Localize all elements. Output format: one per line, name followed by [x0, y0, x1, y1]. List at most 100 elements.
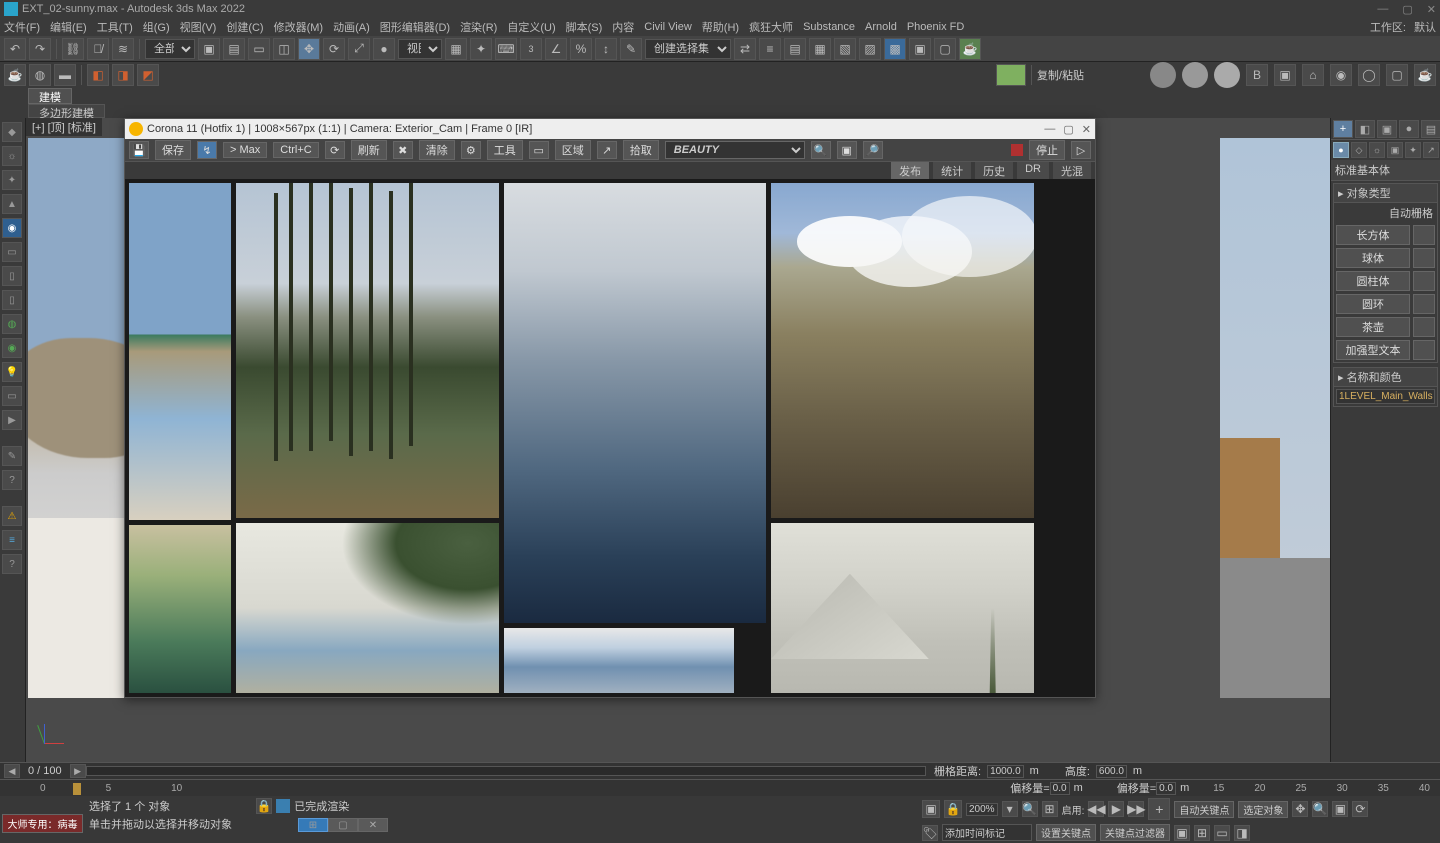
cube2-icon[interactable]: ◨	[112, 64, 134, 86]
sec-name-color[interactable]: ▸ 名称和颜色	[1334, 368, 1437, 387]
btn-sphere2[interactable]	[1413, 248, 1435, 268]
spinner-snap-icon[interactable]: ↕	[595, 38, 617, 60]
render-icon[interactable]: ☕	[959, 38, 981, 60]
btn-box[interactable]: 长方体	[1336, 225, 1410, 245]
corona-tab-dr[interactable]: DR	[1017, 162, 1049, 179]
bind-icon[interactable]: ≋	[112, 38, 134, 60]
btn-teapot2[interactable]	[1413, 317, 1435, 337]
thumb-pool[interactable]	[129, 183, 231, 520]
cmd-sub-lights[interactable]: ☼	[1369, 142, 1385, 158]
cmd-sub-cameras[interactable]: ▣	[1387, 142, 1403, 158]
corona-region-btn[interactable]: 区域	[555, 140, 591, 160]
vr-teapot-icon[interactable]: ☕	[1414, 64, 1436, 86]
sphere-preview2-icon[interactable]	[1182, 62, 1208, 88]
btn-cyl2[interactable]	[1413, 271, 1435, 291]
btn-cyl[interactable]: 圆柱体	[1336, 271, 1410, 291]
menu-animation[interactable]: 动画(A)	[333, 19, 370, 35]
swatch-icon[interactable]	[996, 64, 1026, 86]
select-object-icon[interactable]: ▣	[198, 38, 220, 60]
corona-ctrlc-btn[interactable]: Ctrl+C	[273, 142, 318, 158]
align-icon[interactable]: ≡	[759, 38, 781, 60]
corona-tomax-btn[interactable]: > Max	[223, 142, 267, 158]
lt-page2-icon[interactable]: ▯	[2, 290, 22, 310]
lt-tower-icon[interactable]: ▲	[2, 194, 22, 214]
minimize-icon[interactable]: —	[1377, 3, 1388, 16]
add-key-icon[interactable]: +	[1148, 798, 1170, 820]
angle-snap-icon[interactable]: ∠	[545, 38, 567, 60]
cmd-sub-helpers[interactable]: ✦	[1405, 142, 1421, 158]
prev-key-icon[interactable]: ◀◀	[1088, 801, 1104, 817]
corona-tab-stats[interactable]: 统计	[933, 162, 971, 179]
zoom-menu-icon[interactable]: ▾	[1002, 801, 1018, 817]
corona-tab-publish[interactable]: 发布	[891, 162, 929, 179]
ribbon-sub-poly[interactable]: 多边形建模	[28, 104, 105, 118]
ts-right-icon[interactable]: ▶	[70, 764, 86, 778]
cmd-sub-shapes[interactable]: ◇	[1351, 142, 1367, 158]
btn-box2[interactable]	[1413, 225, 1435, 245]
sel-lock-icon[interactable]: 🔒	[944, 800, 962, 818]
corona-close-icon[interactable]: ✕	[1082, 123, 1091, 136]
find-icon[interactable]: 🔍	[1022, 801, 1038, 817]
lt-page-icon[interactable]: ▯	[2, 266, 22, 286]
menu-arnold[interactable]: Arnold	[865, 21, 897, 33]
menu-create[interactable]: 创建(C)	[226, 19, 263, 35]
mirror-icon[interactable]: ⇄	[734, 38, 756, 60]
nav-zoom-icon[interactable]: 🔍	[1312, 801, 1328, 817]
nav-region-icon[interactable]: ▭	[1214, 825, 1230, 841]
autokey-btn[interactable]: 自动关键点	[1174, 801, 1234, 818]
vr-b-icon[interactable]: B	[1246, 64, 1268, 86]
curve-editor-icon[interactable]: ▧	[834, 38, 856, 60]
menu-edit[interactable]: 编辑(E)	[50, 19, 87, 35]
menu-civil[interactable]: Civil View	[644, 21, 691, 33]
btn-teapot[interactable]: 茶壶	[1336, 317, 1410, 337]
render-setup-icon[interactable]: ▣	[909, 38, 931, 60]
mini-tab-close[interactable]: ✕	[358, 818, 388, 832]
lt-case-icon[interactable]: ▭	[2, 242, 22, 262]
btn-sphere[interactable]: 球体	[1336, 248, 1410, 268]
menu-view[interactable]: 视图(V)	[180, 19, 217, 35]
nav-pan-icon[interactable]: ✥	[1292, 801, 1308, 817]
corona-refresh-btn[interactable]: 刷新	[351, 140, 387, 160]
redo-icon[interactable]: ↷	[29, 38, 51, 60]
named-selection[interactable]: 创建选择集	[645, 39, 731, 59]
selection-filter[interactable]: 全部	[145, 39, 195, 59]
lt-warn-icon[interactable]: ⚠	[2, 506, 22, 526]
menu-custom[interactable]: 自定义(U)	[507, 19, 555, 35]
thumb-canyon[interactable]	[771, 183, 1034, 518]
corona-min-icon[interactable]: —	[1044, 123, 1055, 136]
select-name-icon[interactable]: ▤	[223, 38, 245, 60]
toggle-ribbon-icon[interactable]: ▦	[809, 38, 831, 60]
placement-icon[interactable]: ●	[373, 38, 395, 60]
corona-tools-btn[interactable]: 工具	[487, 140, 523, 160]
corona-refresh-icon[interactable]: ⟳	[325, 141, 345, 159]
corona-clear-btn[interactable]: 清除	[419, 140, 455, 160]
cube3-icon[interactable]: ◩	[137, 64, 159, 86]
unlink-icon[interactable]: ⛓̸	[87, 38, 109, 60]
isolate-icon[interactable]: ▣	[922, 800, 940, 818]
rotate-icon[interactable]: ⟳	[323, 38, 345, 60]
scale-icon[interactable]: ⤢	[348, 38, 370, 60]
offset-x[interactable]: 0.0	[1050, 782, 1070, 795]
ts-left-icon[interactable]: ◀	[4, 764, 20, 778]
menu-modifiers[interactable]: 修改器(M)	[274, 19, 324, 35]
undo-icon[interactable]: ↶	[4, 38, 26, 60]
timeline[interactable]: 0 5 10 偏移量= 0.0 m 偏移量= 0.0 m 15 20 25 30…	[0, 779, 1440, 796]
move-icon[interactable]: ✥	[298, 38, 320, 60]
cmd-tab-motion[interactable]: ●	[1399, 120, 1419, 138]
corona-save-icon[interactable]: 💾	[129, 141, 149, 159]
ref-coord[interactable]: 视图	[398, 39, 442, 59]
cmd-tab-create[interactable]: +	[1333, 120, 1353, 138]
corona-tab-lightmix[interactable]: 光混	[1053, 162, 1091, 179]
workspace-value[interactable]: 默认	[1414, 19, 1436, 35]
link-icon[interactable]: ⛓	[62, 38, 84, 60]
menu-content[interactable]: 内容	[612, 19, 634, 35]
ribbon-tab-modeling[interactable]: 建模	[28, 88, 72, 104]
selobj-btn[interactable]: 选定对象	[1238, 801, 1288, 818]
btn-torus[interactable]: 圆环	[1336, 294, 1410, 314]
btn-torus2[interactable]	[1413, 294, 1435, 314]
offset-y[interactable]: 0.0	[1156, 782, 1176, 795]
vr-square-icon[interactable]: ▢	[1386, 64, 1408, 86]
cmd-sub-space[interactable]: ↗	[1423, 142, 1439, 158]
nav-all-icon[interactable]: ⊞	[1194, 825, 1210, 841]
thumb-pinecoast[interactable]	[236, 523, 499, 693]
